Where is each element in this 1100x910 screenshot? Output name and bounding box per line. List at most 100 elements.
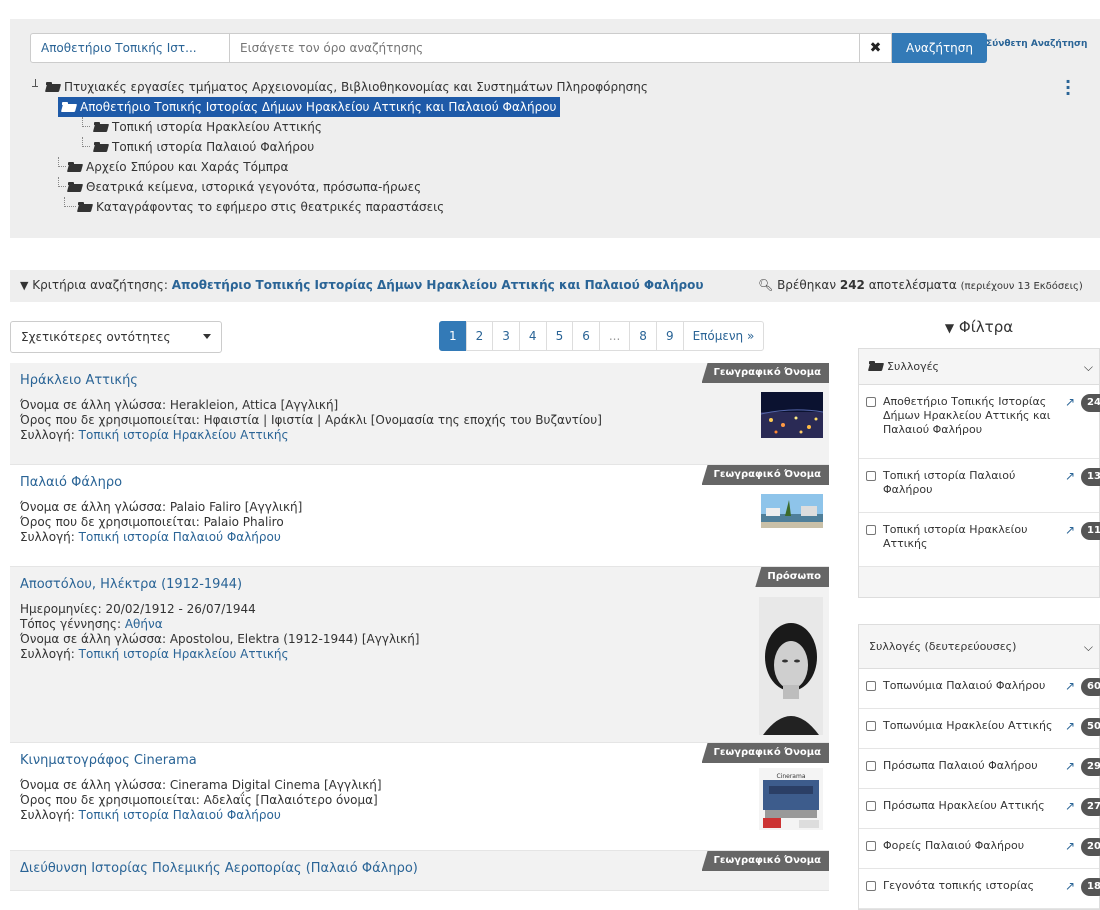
result-thumbnail[interactable] (761, 494, 823, 528)
chevron-down-icon[interactable]: ⌵ (1084, 349, 1093, 385)
result-detail: Όνομα σε άλλη γλώσσα: Apostolou, Elektra… (20, 632, 819, 647)
checkbox[interactable] (866, 841, 876, 851)
tree-node-label: Πτυχιακές εργασίες τμήματος Αρχειονομίας… (64, 80, 648, 94)
filter-option[interactable]: Τοπική ιστορία Ηρακλείου Αττικής ↗ 110 (859, 513, 1100, 567)
panel-header-label: Συλλογές (δευτερεύουσες) (869, 640, 1017, 653)
tree-node-label: Θεατρικά κείμενα, ιστορικά γεγονότα, πρό… (86, 180, 422, 194)
external-link-icon[interactable]: ↗ (1065, 719, 1075, 733)
search-criteria-bar: ▼ Κριτήρια αναζήτησης: Αποθετήριο Τοπική… (10, 270, 1100, 302)
birthplace-link[interactable]: Αθήνα (125, 617, 163, 631)
tree-node-theatre[interactable]: Θεατρικά κείμενα, ιστορικά γεγονότα, πρό… (58, 177, 422, 197)
type-badge: Γεωγραφικό Όνομα (701, 363, 829, 383)
checkbox[interactable] (866, 471, 876, 481)
external-link-icon[interactable]: ↗ (1065, 879, 1075, 893)
result-title[interactable]: Παλαιό Φάληρο (20, 475, 819, 490)
filter-label: Τοπωνύμια Ηρακλείου Αττικής (883, 719, 1053, 732)
external-link-icon[interactable]: ↗ (1065, 839, 1075, 853)
page-link[interactable]: 5 (545, 321, 574, 351)
page-link[interactable]: 4 (518, 321, 547, 351)
external-link-icon[interactable]: ↗ (1065, 469, 1075, 483)
results-summary: 🔍︎ Βρέθηκαν 242 αποτελέσματα (περιέχουν … (758, 278, 1083, 292)
field-label: Όνομα σε άλλη γλώσσα: (20, 500, 167, 514)
field-label: Συλλογή: (20, 808, 75, 822)
page-link[interactable]: 9 (655, 321, 684, 351)
result-title[interactable]: Αποστόλου, Ηλέκτρα (1912-1944) (20, 577, 819, 592)
tree-node-label: Καταγράφοντας το εφήμερο στις θεατρικές … (96, 200, 445, 214)
folder-icon (78, 202, 92, 212)
more-options-icon[interactable]: · · · (1064, 74, 1072, 102)
external-link-icon[interactable]: ↗ (1065, 523, 1075, 537)
external-link-icon[interactable]: ↗ (1065, 679, 1075, 693)
next-page-link[interactable]: Επόμενη » (682, 321, 765, 351)
checkbox[interactable] (866, 397, 876, 407)
page-link[interactable]: 8 (629, 321, 657, 351)
collection-link[interactable]: Τοπική ιστορία Παλαιού Φαλήρου (79, 530, 281, 544)
field-label: Όρος που δε χρησιμοποιείται: (20, 793, 200, 807)
chevron-down-icon[interactable]: ⌵ (1084, 625, 1093, 669)
type-badge: Γεωγραφικό Όνομα (701, 743, 829, 763)
field-label: Ημερομηνίες: (20, 602, 102, 616)
clear-search-button[interactable]: ✖ (860, 33, 892, 63)
type-badge: Γεωγραφικό Όνομα (701, 851, 829, 871)
field-label: Όνομα σε άλλη γλώσσα: (20, 632, 167, 646)
filter-label: Φορείς Παλαιού Φαλήρου (883, 839, 1025, 852)
checkbox[interactable] (866, 761, 876, 771)
external-link-icon[interactable]: ↗ (1065, 799, 1075, 813)
search-scope-dropdown[interactable]: Αποθετήριο Τοπικής Ιστ... (30, 33, 230, 63)
collection-link[interactable]: Τοπική ιστορία Ηρακλείου Αττικής (79, 428, 289, 442)
page-link[interactable]: 1 (439, 321, 467, 351)
checkbox[interactable] (866, 801, 876, 811)
collection-link[interactable]: Τοπική ιστορία Ηρακλείου Αττικής (79, 647, 289, 661)
search-button[interactable]: Αναζήτηση (892, 33, 987, 63)
checkbox[interactable] (866, 721, 876, 731)
page-link[interactable]: 2 (465, 321, 494, 351)
result-thumbnail[interactable]: Cinerama (759, 768, 823, 830)
count-badge: 50 (1081, 718, 1100, 736)
filter-option[interactable]: Τοπωνύμια Παλαιού Φαλήρου ↗ 60 (859, 669, 1100, 709)
page-link[interactable]: 3 (492, 321, 520, 351)
search-icon: 🔍︎ (758, 278, 774, 292)
filter-option[interactable]: Πρόσωπα Ηρακλείου Αττικής ↗ 27 (859, 789, 1100, 829)
collection-link[interactable]: Τοπική ιστορία Παλαιού Φαλήρου (79, 808, 281, 822)
advanced-search-link[interactable]: Σύνθετη Αναζήτηση (986, 39, 1087, 49)
search-panel: Αποθετήριο Τοπικής Ιστ... ✖ Αναζήτηση Σύ… (10, 19, 1100, 238)
result-title[interactable]: Ηράκλειο Αττικής (20, 373, 819, 388)
field-value: Apostolou, Elektra (1912-1944) [Αγγλική] (169, 632, 420, 646)
collections-panel-header[interactable]: Συλλογές ⌵ (859, 349, 1099, 385)
tree-node-tompra[interactable]: Αρχείο Σπύρου και Χαράς Τόμπρα (58, 157, 288, 177)
results-count: 242 (839, 278, 865, 292)
checkbox[interactable] (866, 881, 876, 891)
result-title[interactable]: Κινηματογράφος Cinerama (20, 753, 819, 768)
filter-option[interactable]: Φορείς Παλαιού Φαλήρου ↗ 20 (859, 829, 1100, 869)
result-detail: Τόπος γέννησης: Αθήνα (20, 617, 819, 632)
filter-option[interactable]: Τοπική ιστορία Παλαιού Φαλήρου ↗ 132 (859, 459, 1100, 513)
criteria-value[interactable]: Αποθετήριο Τοπικής Ιστορίας Δήμων Ηρακλε… (172, 278, 704, 292)
sort-select[interactable]: Σχετικότερες οντότητες (10, 321, 222, 353)
tree-node-faliro[interactable]: Τοπική ιστορία Παλαιού Φαλήρου (82, 137, 314, 157)
page-ellipsis: ... (598, 321, 631, 351)
external-link-icon[interactable]: ↗ (1065, 759, 1075, 773)
result-title[interactable]: Διεύθυνση Ιστορίας Πολεμικής Αεροπορίας … (20, 861, 819, 876)
filter-option[interactable]: Γεγονότα τοπικής ιστορίας ↗ 18 (859, 869, 1100, 909)
count-badge: 60 (1081, 678, 1100, 696)
tree-node-ephemera[interactable]: Καταγράφοντας το εφήμερο στις θεατρικές … (64, 197, 445, 217)
result-thumbnail[interactable] (759, 597, 823, 735)
list-item: Διεύθυνση Ιστορίας Πολεμικής Αεροπορίας … (10, 851, 829, 891)
secondary-panel-header[interactable]: Συλλογές (δευτερεύουσες) ⌵ (859, 625, 1099, 669)
checkbox[interactable] (866, 525, 876, 535)
filter-option[interactable]: Τοπωνύμια Ηρακλείου Αττικής ↗ 50 (859, 709, 1100, 749)
tree-node-root[interactable]: Πτυχιακές εργασίες τμήματος Αρχειονομίας… (32, 77, 648, 97)
page-link[interactable]: 6 (572, 321, 600, 351)
search-input[interactable] (230, 33, 860, 63)
tree-node-heraklion[interactable]: Τοπική ιστορία Ηρακλείου Αττικής (82, 117, 322, 137)
tree-node-selected[interactable]: Αποθετήριο Τοπικής Ιστορίας Δήμων Ηρακλε… (58, 97, 561, 117)
result-thumbnail[interactable] (761, 392, 823, 438)
filter-label: Αποθετήριο Τοπικής Ιστορίας Δήμων Ηρακλε… (883, 395, 1051, 436)
external-link-icon[interactable]: ↗ (1065, 395, 1075, 409)
filter-option[interactable]: Αποθετήριο Τοπικής Ιστορίας Δήμων Ηρακλε… (859, 385, 1100, 459)
checkbox[interactable] (866, 681, 876, 691)
result-detail: Όνομα σε άλλη γλώσσα: Cinerama Digital C… (20, 778, 819, 793)
count-badge: 20 (1081, 838, 1100, 856)
result-detail: Συλλογή: Τοπική ιστορία Παλαιού Φαλήρου (20, 530, 819, 545)
filter-option[interactable]: Πρόσωπα Παλαιού Φαλήρου ↗ 29 (859, 749, 1100, 789)
